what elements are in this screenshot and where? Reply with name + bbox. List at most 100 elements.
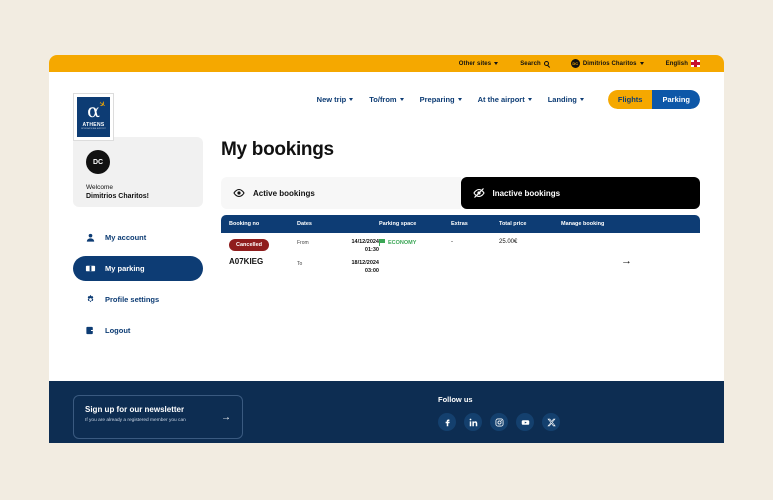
from-label: From (297, 240, 309, 246)
follow-us-section: Follow us (438, 395, 560, 443)
eye-slash-icon (472, 188, 485, 198)
sidebar-menu: My account My parking Profile settings L… (73, 225, 203, 343)
sidebar-item-profile-settings[interactable]: Profile settings (73, 287, 203, 312)
gear-icon (85, 294, 96, 305)
table-header-row: Booking no Dates Parking space Extras To… (221, 215, 700, 233)
toggle-flights[interactable]: Flights (607, 90, 653, 109)
booking-number: A07KIEG (229, 257, 264, 266)
tab-label: Active bookings (253, 188, 315, 198)
other-sites-menu[interactable]: Other sites (458, 60, 499, 67)
column-header-parking-space: Parking space (379, 221, 417, 227)
x-icon[interactable] (542, 413, 560, 431)
column-header-total-price: Total price (499, 221, 527, 227)
chevron-down-icon (457, 98, 462, 101)
main-content: My bookings Active bookings Inactive boo… (221, 137, 700, 343)
uk-flag-icon (691, 60, 700, 67)
linkedin-icon[interactable] (464, 413, 482, 431)
sidebar-item-logout[interactable]: Logout (73, 318, 203, 343)
facebook-icon[interactable] (438, 413, 456, 431)
search-label: Search (520, 60, 541, 67)
date-to: To 18/12/2024 03:00 (297, 260, 379, 276)
sidebar-item-my-parking[interactable]: My parking (73, 256, 203, 281)
nav-label: To/from (369, 95, 397, 104)
page-title: My bookings (221, 139, 334, 160)
chevron-down-icon (349, 98, 354, 101)
youtube-icon[interactable] (516, 413, 534, 431)
nav-item-to-from[interactable]: To/from (369, 95, 404, 104)
search-button[interactable]: Search (520, 61, 549, 67)
cell-parking-space: ECONOMY (379, 239, 451, 281)
from-value: 14/12/2024 01:30 (313, 239, 379, 255)
flag-icon (379, 239, 385, 246)
newsletter-signup[interactable]: Sign up for our newsletter If you are al… (73, 395, 243, 439)
column-header-extras: Extras (451, 221, 468, 227)
search-icon (543, 61, 549, 66)
cell-extras: - (451, 239, 453, 245)
to-time: 03:00 (364, 267, 379, 274)
nav-label: At the airport (477, 95, 525, 104)
user-name-label: Dimitrios Charitos (582, 60, 637, 67)
user-menu[interactable]: DC Dimitrios Charitos (570, 59, 644, 68)
person-icon (85, 232, 96, 243)
from-date: 14/12/2024 (351, 239, 379, 245)
logo-mark: ✈ α ATHENS INTERNATIONAL AIRPORT (77, 97, 110, 137)
date-from: From 14/12/2024 01:30 (297, 239, 379, 255)
to-label: To (297, 260, 303, 267)
instagram-icon[interactable] (490, 413, 508, 431)
cell-dates: From 14/12/2024 01:30 To 18/12/2024 03:0… (297, 239, 379, 281)
cell-booking-no: Cancelled A07KIEG (229, 239, 297, 281)
column-header-manage-booking: Manage booking (561, 221, 605, 227)
sidebar-item-label: My parking (105, 264, 145, 273)
newsletter-subtitle: If you are already a registered member y… (85, 418, 186, 423)
tab-active-bookings[interactable]: Active bookings (221, 177, 461, 209)
language-selector[interactable]: English (666, 60, 700, 67)
eye-icon (233, 188, 245, 198)
cell-manage-booking: → (561, 239, 692, 281)
chevron-down-icon (399, 98, 404, 101)
welcome-label: Welcome (86, 184, 113, 191)
parking-space-value: ECONOMY (388, 239, 417, 246)
sidebar-item-label: My account (105, 233, 147, 242)
flights-parking-toggle: Flights Parking (607, 90, 700, 109)
nav-label: New trip (316, 95, 347, 104)
table-row: Cancelled A07KIEG From 14/12/2024 01:30 (221, 233, 700, 287)
page-body: DC Welcome Dimitrios Charitos! My accoun… (49, 127, 724, 343)
site-header: ✈ α ATHENS INTERNATIONAL AIRPORT New tri… (49, 72, 724, 141)
chevron-down-icon (527, 98, 532, 101)
nav-item-preparing[interactable]: Preparing (420, 95, 462, 104)
main-navigation: New trip To/from Preparing At the airpor… (317, 90, 700, 109)
nav-label: Landing (547, 95, 577, 104)
other-sites-label: Other sites (458, 60, 492, 67)
status-badge: Cancelled (229, 239, 269, 251)
toggle-parking[interactable]: Parking (652, 90, 700, 109)
newsletter-title: Sign up for our newsletter (85, 405, 185, 414)
site-footer: Sign up for our newsletter If you are al… (49, 381, 724, 443)
sidebar-item-my-account[interactable]: My account (73, 225, 203, 250)
from-time: 01:30 (364, 246, 379, 253)
chevron-down-icon (639, 62, 644, 65)
sidebar-item-label: Profile settings (105, 295, 160, 304)
tab-label: Inactive bookings (492, 188, 561, 198)
athens-airport-logo[interactable]: ✈ α ATHENS INTERNATIONAL AIRPORT (73, 93, 114, 141)
tab-inactive-bookings[interactable]: Inactive bookings (460, 177, 700, 209)
chevron-down-icon (494, 62, 499, 65)
nav-item-at-the-airport[interactable]: At the airport (478, 95, 532, 104)
to-date: 18/12/2024 (351, 259, 379, 266)
cell-total-price: 25.00€ (499, 239, 518, 245)
sidebar: DC Welcome Dimitrios Charitos! My accoun… (73, 137, 203, 343)
browser-page: Other sites Search DC Dimitrios Charitos… (49, 55, 724, 443)
social-links (438, 413, 560, 431)
ticket-icon (85, 263, 96, 274)
nav-item-landing[interactable]: Landing (548, 95, 584, 104)
bookings-table: Booking no Dates Parking space Extras To… (221, 215, 700, 287)
language-label: English (665, 60, 688, 67)
user-name: Dimitrios Charitos! (86, 193, 150, 200)
sidebar-item-label: Logout (105, 326, 131, 335)
logo-subtitle: INTERNATIONAL AIRPORT (81, 128, 106, 130)
manage-booking-arrow-icon[interactable]: → (621, 255, 632, 267)
utility-bar: Other sites Search DC Dimitrios Charitos… (49, 55, 724, 72)
arrow-right-icon: → (221, 411, 231, 423)
chevron-down-icon (579, 98, 584, 101)
bookings-tabs: Active bookings Inactive bookings (221, 177, 700, 209)
nav-item-new-trip[interactable]: New trip (317, 95, 354, 104)
